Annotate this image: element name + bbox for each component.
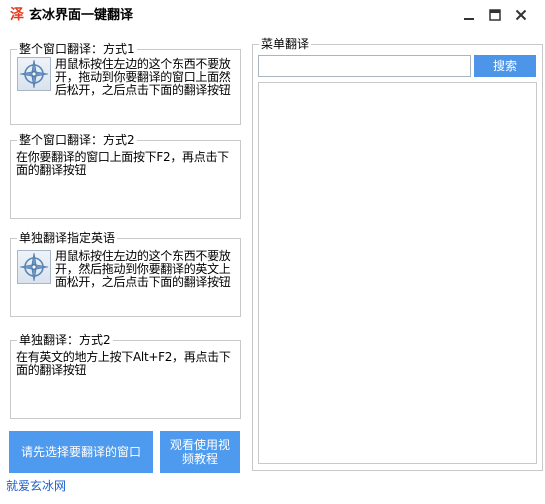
close-button[interactable] (510, 5, 532, 25)
crosshair-target-icon (19, 59, 49, 89)
title-bar[interactable]: 泽 玄冰界面一键翻译 (0, 0, 545, 30)
window-mode2-group: 整个窗口翻译：方式2 在你要翻译的窗口上面按下F2，再点击下面的翻译按钮 (10, 133, 241, 219)
crosshair-target-icon (19, 252, 49, 282)
select-window-button[interactable]: 请先选择要翻译的窗口 (9, 431, 153, 473)
window-mode1-legend: 整个窗口翻译：方式1 (17, 42, 137, 57)
window-target-picker[interactable] (17, 57, 51, 91)
close-icon (515, 9, 527, 21)
maximize-button[interactable] (484, 5, 506, 25)
app-title: 玄冰界面一键翻译 (29, 8, 134, 23)
menu-results-list[interactable] (258, 82, 537, 464)
maximize-icon (489, 9, 501, 21)
app-window: 泽 玄冰界面一键翻译 整个窗口翻译：方式1 用鼠标按住左边的这个东西不要放开，拖… (0, 0, 545, 504)
search-button[interactable]: 搜索 (474, 55, 536, 77)
single-specified-legend: 单独翻译指定英语 (17, 231, 118, 246)
single-mode2-group: 单独翻译：方式2 在有英文的地方上按下Alt+F2，再点击下面的翻译按钮 (10, 333, 241, 419)
watch-video-tutorial-button[interactable]: 观看使用视频教程 (160, 431, 240, 473)
window-mode1-group: 整个窗口翻译：方式1 用鼠标按住左边的这个东西不要放开，拖动到你要翻译的窗口上面… (10, 42, 241, 125)
window-mode2-legend: 整个窗口翻译：方式2 (17, 133, 137, 148)
app-logo-icon: 泽 (10, 7, 24, 23)
minimize-button[interactable] (458, 5, 480, 25)
single-specified-group: 单独翻译指定英语 用鼠标按住左边的这个东西不要放开，然后拖动到你要翻译的英文上面… (10, 231, 241, 317)
window-mode1-instructions: 用鼠标按住左边的这个东西不要放开，拖动到你要翻译的窗口上面然后松开，之后点击下面… (55, 57, 231, 97)
search-input[interactable] (258, 55, 471, 77)
footer-site-link[interactable]: 就爱玄冰网 (6, 479, 66, 493)
single-mode2-instructions: 在有英文的地方上按下Alt+F2，再点击下面的翻译按钮 (16, 350, 231, 377)
single-mode2-legend: 单独翻译：方式2 (17, 333, 113, 348)
single-specified-instructions: 用鼠标按住左边的这个东西不要放开，然后拖动到你要翻译的英文上面松开，之后点击下面… (55, 249, 231, 289)
text-target-picker[interactable] (17, 250, 51, 284)
window-mode2-instructions: 在你要翻译的窗口上面按下F2，再点击下面的翻译按钮 (16, 150, 229, 177)
menu-translate-legend: 菜单翻译 (259, 37, 312, 52)
minimize-icon (464, 18, 474, 20)
